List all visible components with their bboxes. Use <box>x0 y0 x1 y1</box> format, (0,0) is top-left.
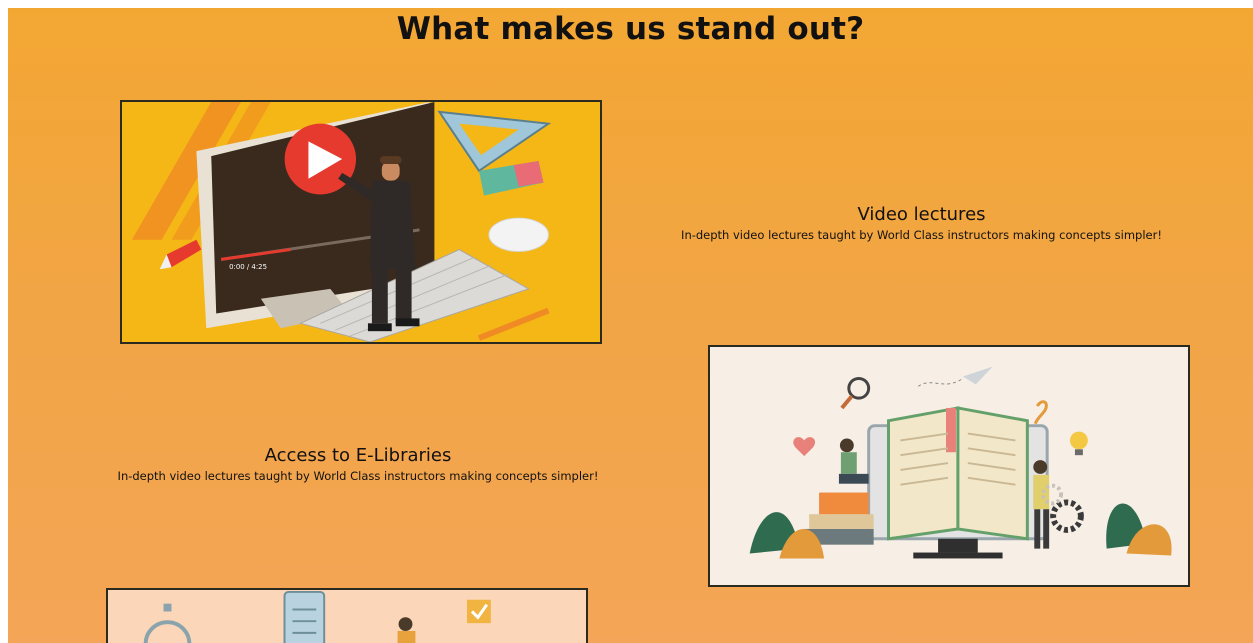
feature-title: Video lectures <box>857 204 986 225</box>
feature-video-lectures: Video lectures In-depth video lectures t… <box>604 204 1239 242</box>
e-libraries-illustration <box>710 347 1188 585</box>
third-feature-illustration <box>108 590 586 643</box>
feature-e-libraries: Access to E-Libraries In-depth video lec… <box>18 445 698 483</box>
e-libraries-image <box>708 345 1190 587</box>
feature-title: Access to E-Libraries <box>264 445 452 466</box>
features-section: What makes us stand out? 0:00 / 4:25 Vid… <box>8 8 1253 643</box>
feature-description: In-depth video lectures taught by World … <box>117 469 599 483</box>
section-heading: What makes us stand out? <box>396 11 865 47</box>
third-feature-image <box>106 588 588 643</box>
video-lectures-image: 0:00 / 4:25 <box>120 100 602 344</box>
video-lectures-illustration: 0:00 / 4:25 <box>122 102 600 342</box>
feature-description: In-depth video lectures taught by World … <box>681 228 1162 242</box>
video-time-label: 0:00 / 4:25 <box>229 263 267 271</box>
